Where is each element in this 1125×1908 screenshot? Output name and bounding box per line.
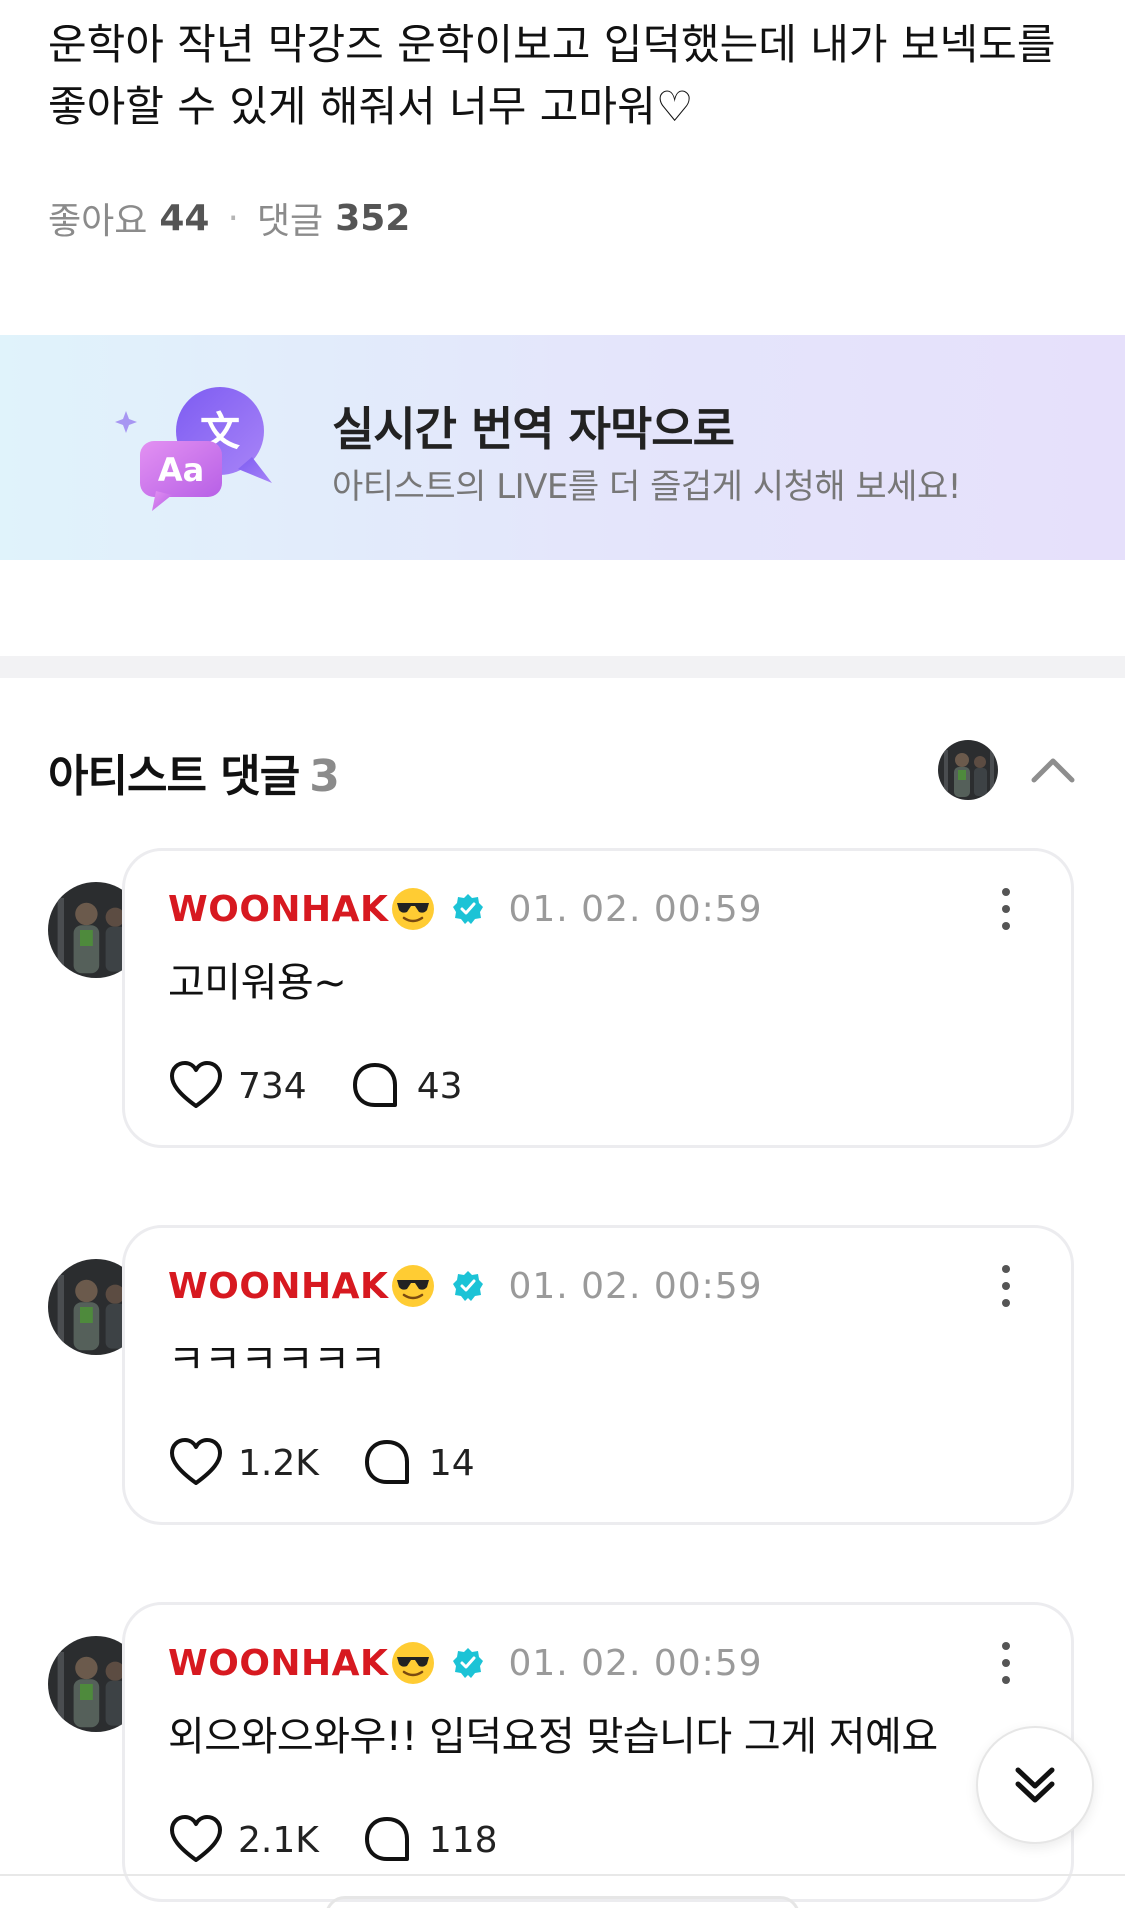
reply-count: 14 — [428, 1442, 475, 1484]
stats-separator: · — [227, 197, 239, 239]
aa-glyph: Aa — [158, 451, 204, 489]
comments-label[interactable]: 댓글 — [257, 192, 323, 244]
translation-banner[interactable]: 文 Aa 실시간 번역 자막으로 아티스트의 LIVE를 더 즐겁게 시청해 보… — [0, 335, 1125, 560]
post-text: 운학아 작년 막강즈 운학이보고 입덕했는데 내가 보넥도를 좋아할 수 있게 … — [48, 20, 1056, 131]
comment-actions: 1.2K 14 — [168, 1435, 515, 1491]
more-vertical-icon[interactable] — [998, 1640, 1014, 1686]
sunglasses-emoji — [392, 888, 435, 930]
artist-comments-header: 아티스트 댓글 3 — [48, 740, 1078, 804]
artist-comment[interactable]: WOONHAK 01. 02. 00:59 ㅋㅋㅋㅋㅋㅋ 1.2K 14 — [48, 1225, 1078, 1525]
post-stats: 좋아요 44 · 댓글 352 — [48, 192, 410, 244]
reply-count: 118 — [428, 1819, 498, 1861]
chevron-up-icon[interactable] — [1028, 746, 1078, 796]
section-divider — [0, 656, 1125, 678]
banner-subtitle: 아티스트의 LIVE를 더 즐겁게 시청해 보세요! — [332, 467, 961, 507]
comment-bubble-icon[interactable] — [359, 1812, 415, 1868]
comment-author-row: WOONHAK 01. 02. 00:59 — [168, 1261, 763, 1311]
comment-text: 고미워용~ — [168, 960, 347, 1006]
artist-comment[interactable]: WOONHAK 01. 02. 00:59 고미워용~ 734 43 — [48, 848, 1078, 1148]
reply-count: 43 — [416, 1065, 463, 1107]
bottom-bar-divider — [0, 1874, 1125, 1876]
comment-actions: 734 43 — [168, 1058, 503, 1114]
more-vertical-icon[interactable] — [998, 1263, 1014, 1309]
comment-text: ㅋㅋㅋㅋㅋㅋ — [168, 1337, 386, 1383]
like-count: 1.2K — [238, 1442, 319, 1484]
heart-icon[interactable] — [168, 1435, 224, 1491]
scroll-down-button[interactable] — [976, 1726, 1094, 1844]
sunglasses-emoji — [392, 1265, 435, 1307]
comment-time: 01. 02. 00:59 — [508, 1642, 763, 1684]
artist-comments-count: 3 — [309, 751, 340, 802]
comment-bubble-icon[interactable] — [359, 1435, 415, 1491]
comment-bubble-icon[interactable] — [347, 1058, 403, 1114]
like-count: 2.1K — [238, 1819, 319, 1861]
comment-author-row: WOONHAK 01. 02. 00:59 — [168, 1638, 763, 1688]
more-vertical-icon[interactable] — [998, 886, 1014, 932]
comment-author[interactable]: WOONHAK — [168, 1643, 388, 1684]
verified-badge-icon — [453, 1648, 484, 1678]
sunglasses-emoji — [392, 1642, 435, 1684]
comment-author[interactable]: WOONHAK — [168, 1266, 388, 1307]
comments-count[interactable]: 352 — [335, 198, 410, 239]
likes-label: 좋아요 — [48, 201, 148, 242]
comment-actions: 2.1K 118 — [168, 1812, 538, 1868]
avatar-photo — [938, 740, 998, 800]
banner-title: 실시간 번역 자막으로 — [332, 402, 735, 456]
verified-badge-icon — [453, 894, 484, 924]
comment-input-bar[interactable] — [325, 1896, 800, 1908]
comment-author-row: WOONHAK 01. 02. 00:59 — [168, 884, 763, 934]
likes-count: 44 — [159, 197, 210, 239]
comment-time: 01. 02. 00:59 — [508, 888, 763, 930]
artist-comments-title: 아티스트 댓글 3 — [48, 751, 340, 802]
translation-icon: 文 Aa — [115, 387, 272, 511]
artist-comments-title-text: 아티스트 댓글 — [48, 751, 300, 802]
artist-comment[interactable]: WOONHAK 01. 02. 00:59 외으와으와우!! 입덕요정 맞습니다… — [48, 1602, 1078, 1902]
verified-badge-icon — [453, 1271, 484, 1301]
artist-avatar[interactable] — [938, 740, 998, 800]
comment-time: 01. 02. 00:59 — [508, 1265, 763, 1307]
double-chevron-down-icon — [1015, 1767, 1055, 1803]
comment-text: 외으와으와우!! 입덕요정 맞습니다 그게 저예요 — [168, 1714, 938, 1760]
heart-icon[interactable] — [168, 1812, 224, 1868]
comment-author[interactable]: WOONHAK — [168, 889, 388, 930]
like-count: 734 — [238, 1065, 307, 1107]
heart-icon[interactable] — [168, 1058, 224, 1114]
